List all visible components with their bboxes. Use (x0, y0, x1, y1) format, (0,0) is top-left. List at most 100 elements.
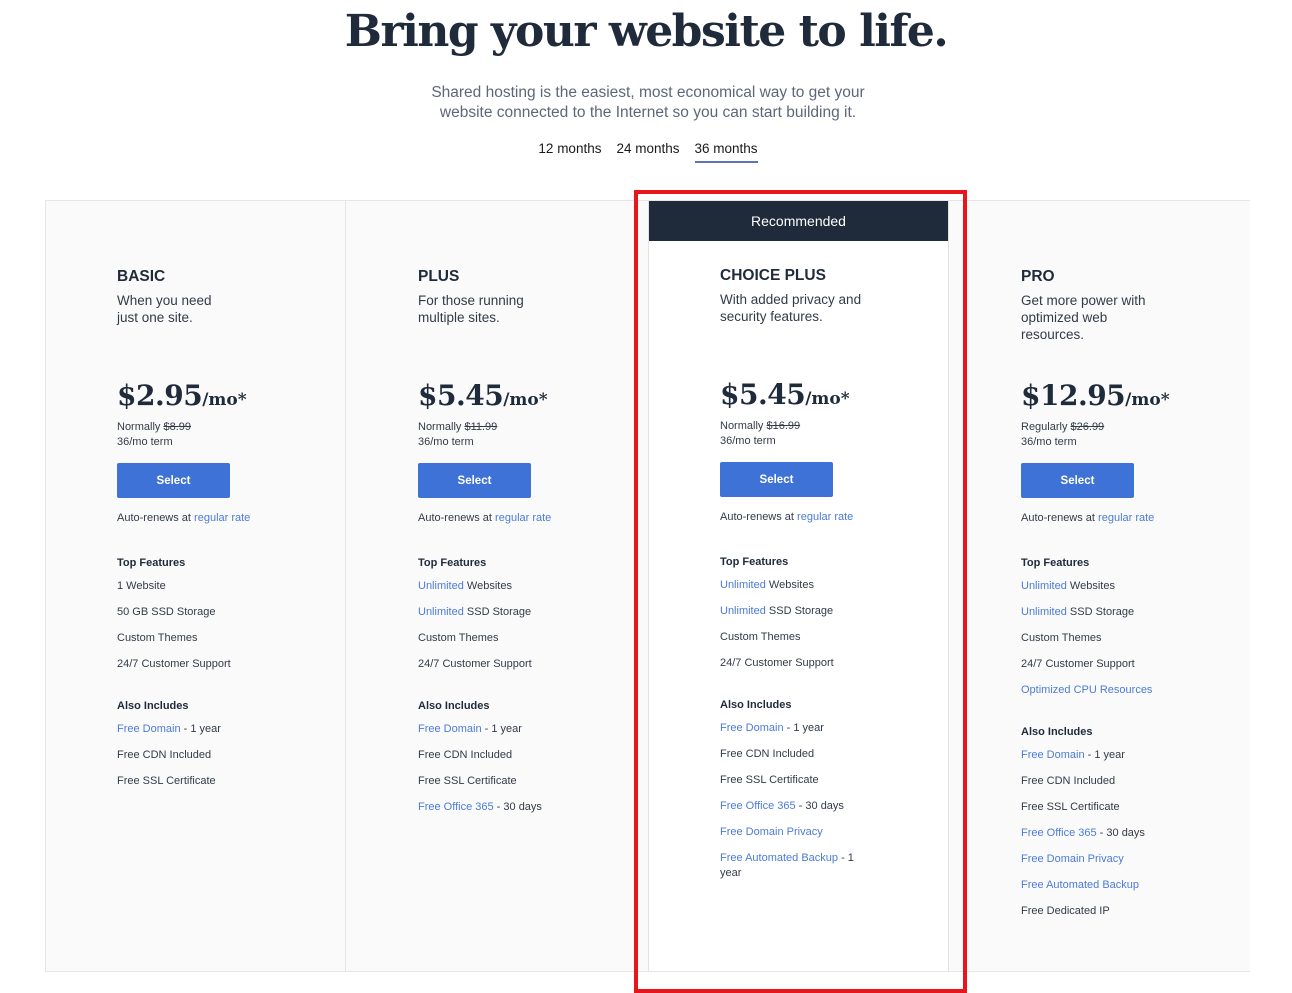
normal-price-label: Normally (418, 421, 462, 433)
normal-price-value: $8.99 (163, 421, 191, 433)
feature-text: 50 GB SSD Storage (117, 606, 216, 618)
term-length: 36/mo term (1021, 436, 1077, 448)
regular-rate-link[interactable]: regular rate (797, 511, 853, 523)
feature-text: - 30 days (795, 800, 844, 812)
feature-item: 24/7 Customer Support (418, 651, 633, 677)
tab-36-months[interactable]: 36 months (694, 141, 758, 163)
plan-description-line: multiple sites. (418, 310, 500, 325)
auto-renew-note: Auto-renews at regular rate (1021, 512, 1236, 524)
top-features-list: 1 Website 50 GB SSD Storage Custom Themes 2… (117, 573, 332, 677)
term-tabs: 12 months 24 months 36 months (0, 141, 1292, 163)
also-includes-list: Free Domain - 1 year Free CDN Included Fre… (1021, 742, 1236, 924)
feature-item: Free Automated Backup (1021, 872, 1236, 898)
plan-description-line: optimized web (1021, 310, 1108, 325)
feature-text: Free SSL Certificate (720, 774, 819, 786)
plan-name: PLUS (418, 268, 460, 285)
feature-link[interactable]: Free Domain (418, 723, 482, 735)
regular-rate-link[interactable]: regular rate (495, 512, 551, 524)
feature-link[interactable]: Free Office 365 (720, 800, 796, 812)
feature-text: Free SSL Certificate (117, 775, 216, 787)
feature-text: - 1 year (180, 723, 221, 735)
select-pro-button[interactable]: Select (1021, 463, 1134, 498)
plan-card-basic: BASIC When you need just one site. $2.95… (46, 201, 346, 971)
plan-description-line: Get more power with (1021, 293, 1146, 308)
select-plus-button[interactable]: Select (418, 463, 531, 498)
select-choice-plus-button[interactable]: Select (720, 462, 833, 497)
price-unit: /mo* (202, 390, 247, 410)
feature-link[interactable]: Free Domain (117, 723, 181, 735)
plan-description: With added privacy and security features… (720, 291, 935, 351)
feature-link[interactable]: Unlimited (720, 605, 766, 617)
feature-text: 24/7 Customer Support (720, 657, 834, 669)
feature-text: Websites (1066, 580, 1115, 592)
also-includes-title: Also Includes (720, 699, 792, 711)
plan-card-plus: PLUS For those running multiple sites. $… (347, 201, 647, 971)
plan-description-line: For those running (418, 293, 524, 308)
feature-link[interactable]: Free Automated Backup (720, 852, 838, 864)
feature-link[interactable]: Free Office 365 (1021, 827, 1097, 839)
top-features-list: Unlimited Websites Unlimited SSD Storage C… (1021, 573, 1236, 703)
feature-item: Free Office 365 - 30 days (1021, 820, 1236, 846)
page-title: Bring your website to life. (344, 6, 949, 57)
also-includes-list: Free Domain - 1 year Free CDN Included Fre… (117, 716, 332, 794)
feature-text: - 1 year (1084, 749, 1125, 761)
feature-text: Free CDN Included (117, 749, 212, 761)
regular-rate-link[interactable]: regular rate (1098, 512, 1154, 524)
recommended-banner: Recommended (649, 201, 948, 241)
feature-link[interactable]: Unlimited (418, 606, 464, 618)
feature-item: Custom Themes (418, 625, 633, 651)
feature-item: Custom Themes (1021, 625, 1236, 651)
plan-description-line: security features. (720, 309, 823, 324)
feature-link[interactable]: Free Domain (1021, 749, 1085, 761)
top-features-title: Top Features (418, 557, 487, 569)
feature-item: Free Dedicated IP (1021, 898, 1236, 924)
feature-text: Custom Themes (720, 631, 801, 643)
auto-renew-text: Auto-renews at (720, 511, 794, 523)
feature-link[interactable]: Free Office 365 (418, 801, 494, 813)
feature-link[interactable]: Unlimited (1021, 606, 1067, 618)
feature-item: 24/7 Customer Support (720, 650, 935, 676)
feature-text: SSD Storage (765, 605, 834, 617)
also-includes-list: Free Domain - 1 year Free CDN Included Fre… (720, 715, 870, 886)
feature-text: Free CDN Included (720, 748, 815, 760)
plan-card-choice-plus: Recommended CHOICE PLUS With added priva… (648, 201, 949, 971)
select-basic-button[interactable]: Select (117, 463, 230, 498)
feature-item: Unlimited SSD Storage (1021, 599, 1236, 625)
subtitle-line-2: website connected to the Internet so you… (439, 104, 857, 121)
feature-text: - 30 days (1096, 827, 1145, 839)
feature-link[interactable]: Free Domain Privacy (1021, 853, 1124, 865)
feature-link[interactable]: Unlimited (720, 579, 766, 591)
also-includes-title: Also Includes (1021, 726, 1093, 738)
price-amount: $5.45 (418, 379, 504, 412)
price-amount: $2.95 (117, 379, 203, 412)
tab-12-months[interactable]: 12 months (538, 141, 601, 163)
tab-24-months[interactable]: 24 months (616, 141, 679, 163)
term-length: 36/mo term (720, 435, 776, 447)
feature-link[interactable]: Free Automated Backup (1021, 879, 1139, 891)
plan-price: $2.95/mo* (117, 380, 332, 416)
feature-item: Free SSL Certificate (1021, 794, 1236, 820)
feature-link[interactable]: Free Domain Privacy (720, 826, 823, 838)
plans-grid: BASIC When you need just one site. $2.95… (45, 200, 1250, 972)
feature-text: Websites (765, 579, 814, 591)
feature-link[interactable]: Unlimited (418, 580, 464, 592)
feature-item: 1 Website (117, 573, 332, 599)
feature-text: SSD Storage (1066, 606, 1135, 618)
price-amount: $5.45 (720, 378, 806, 411)
feature-item: Free Automated Backup - 1 year (720, 845, 870, 886)
feature-link[interactable]: Optimized CPU Resources (1021, 684, 1152, 696)
plan-card-pro: PRO Get more power with optimized web re… (950, 201, 1250, 971)
plan-description: Get more power with optimized web resour… (1021, 292, 1236, 352)
feature-item: Free Domain - 1 year (720, 715, 870, 741)
feature-item: Unlimited Websites (1021, 573, 1236, 599)
feature-text: Custom Themes (117, 632, 198, 644)
auto-renew-text: Auto-renews at (418, 512, 492, 524)
feature-link[interactable]: Unlimited (1021, 580, 1067, 592)
normal-price: Normally $11.99 (418, 420, 633, 435)
feature-text: Custom Themes (1021, 632, 1102, 644)
feature-link[interactable]: Free Domain (720, 722, 784, 734)
feature-item: Custom Themes (117, 625, 332, 651)
plan-price: $12.95/mo* (1021, 380, 1236, 416)
regular-rate-link[interactable]: regular rate (194, 512, 250, 524)
normal-price-value: $16.99 (766, 420, 801, 432)
